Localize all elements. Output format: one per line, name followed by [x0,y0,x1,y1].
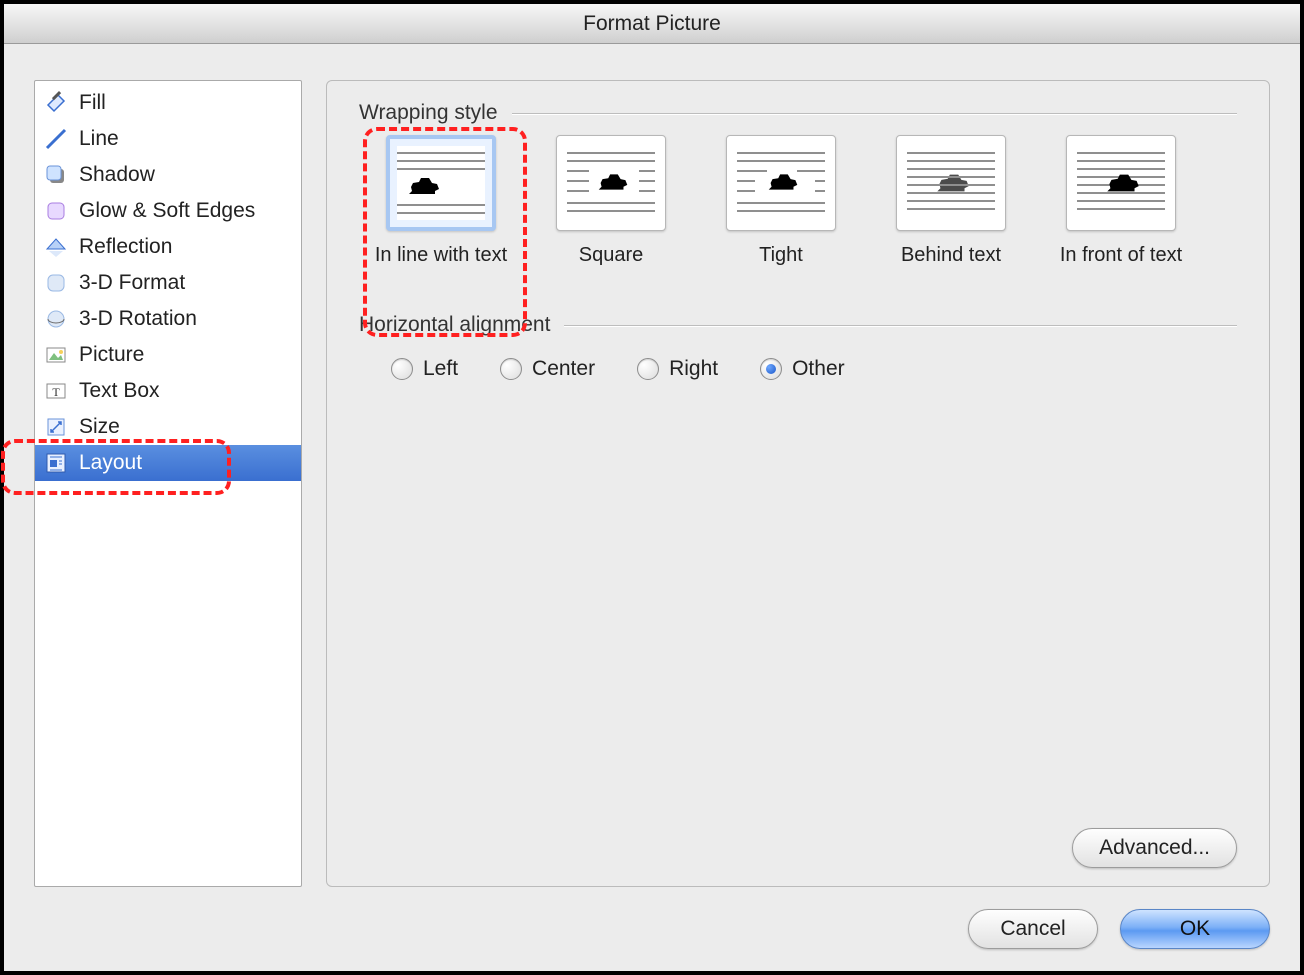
sidebar-item-label: Picture [79,343,144,367]
sidebar-item-label: Fill [79,91,106,115]
radio-dot-icon [391,358,413,380]
reflection-icon [43,234,69,260]
divider [512,113,1237,114]
dialog-footer: Cancel OK [4,905,1300,971]
radio-other[interactable]: Other [760,357,845,381]
sidebar-item-label: Line [79,127,119,151]
radio-dot-icon [500,358,522,380]
cancel-button[interactable]: Cancel [968,909,1098,949]
layout-icon [43,450,69,476]
3d-rotation-icon [43,306,69,332]
3d-format-icon [43,270,69,296]
wrap-label: In front of text [1060,243,1182,291]
sidebar-item-label: Size [79,415,120,439]
sidebar-item-layout[interactable]: Layout [35,445,301,481]
sidebar-item-label: 3-D Format [79,271,185,295]
sidebar-item-glow[interactable]: Glow & Soft Edges [35,193,301,229]
radio-dot-icon [637,358,659,380]
wrapping-options: In line with text Square [359,135,1237,309]
picture-icon [43,342,69,368]
wrap-option-square[interactable]: Square [541,135,681,291]
wrap-label: Tight [759,243,803,291]
wrap-label: Square [579,243,644,291]
radio-label: Right [669,357,718,381]
wrap-label: Behind text [901,243,1001,291]
radio-left[interactable]: Left [391,357,458,381]
button-label: OK [1180,917,1210,941]
sidebar-item-label: Reflection [79,235,172,259]
section-title: Horizontal alignment [359,313,550,337]
size-icon [43,414,69,440]
sidebar-item-picture[interactable]: Picture [35,337,301,373]
wrap-thumb-square [556,135,666,231]
advanced-button[interactable]: Advanced... [1072,828,1237,868]
sidebar: Fill Line Shadow Glow & Soft Edges [34,80,302,887]
wrap-thumb-behind [896,135,1006,231]
dialog-body: Fill Line Shadow Glow & Soft Edges [4,44,1300,905]
section-header-halign: Horizontal alignment [359,313,1237,337]
svg-text:T: T [52,385,60,399]
line-icon [43,126,69,152]
shadow-icon [43,162,69,188]
sidebar-item-text-box[interactable]: T Text Box [35,373,301,409]
ok-button[interactable]: OK [1120,909,1270,949]
radio-dot-icon [760,358,782,380]
wrap-thumb-front [1066,135,1176,231]
window-title: Format Picture [583,12,721,36]
sidebar-item-size[interactable]: Size [35,409,301,445]
sidebar-item-3d-rotation[interactable]: 3-D Rotation [35,301,301,337]
radio-center[interactable]: Center [500,357,595,381]
section-title: Wrapping style [359,101,498,125]
sidebar-item-line[interactable]: Line [35,121,301,157]
section-header-wrapping: Wrapping style [359,101,1237,125]
sidebar-item-label: Text Box [79,379,160,403]
sidebar-item-label: Layout [79,451,142,475]
content-panel: Wrapping style In line with text [326,80,1270,887]
sidebar-item-label: Shadow [79,163,155,187]
wrap-thumb-inline [386,135,496,231]
wrap-label: In line with text [375,243,507,291]
button-label: Advanced... [1099,836,1210,860]
wrap-thumb-tight [726,135,836,231]
sidebar-item-fill[interactable]: Fill [35,85,301,121]
radio-label: Other [792,357,845,381]
radio-label: Left [423,357,458,381]
glow-icon [43,198,69,224]
wrap-option-inline[interactable]: In line with text [371,135,511,291]
textbox-icon: T [43,378,69,404]
button-label: Cancel [1000,917,1065,941]
divider [564,325,1237,326]
wrap-option-behind[interactable]: Behind text [881,135,1021,291]
sidebar-item-label: 3-D Rotation [79,307,197,331]
fill-icon [43,90,69,116]
sidebar-item-shadow[interactable]: Shadow [35,157,301,193]
wrap-option-front[interactable]: In front of text [1051,135,1191,291]
sidebar-item-reflection[interactable]: Reflection [35,229,301,265]
wrap-option-tight[interactable]: Tight [711,135,851,291]
halign-options: Left Center Right Other [359,347,1237,381]
radio-right[interactable]: Right [637,357,718,381]
titlebar: Format Picture [4,4,1300,44]
radio-label: Center [532,357,595,381]
sidebar-item-label: Glow & Soft Edges [79,199,255,223]
sidebar-item-3d-format[interactable]: 3-D Format [35,265,301,301]
dialog-format-picture: Format Picture Fill Line [0,0,1304,975]
